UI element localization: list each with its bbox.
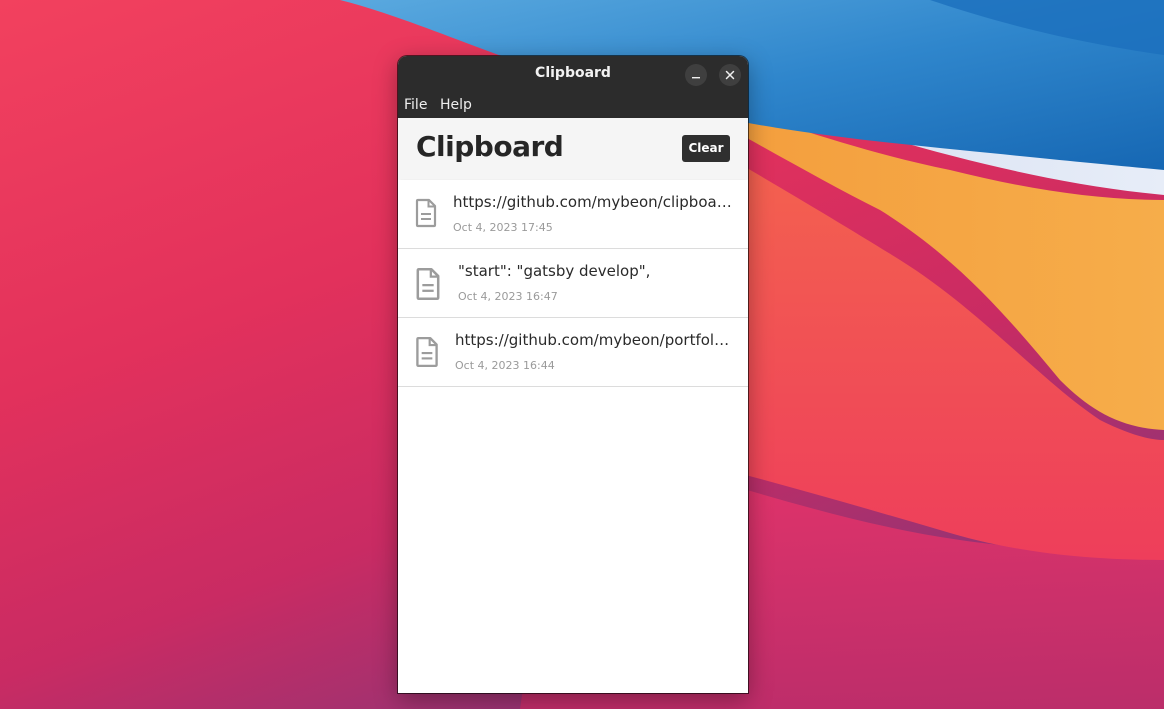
clip-timestamp: Oct 4, 2023 17:45 <box>453 221 553 234</box>
clip-text: https://github.com/mybeon/clipboard-app <box>453 193 733 211</box>
clipboard-list: https://github.com/mybeon/clipboard-app … <box>398 180 748 387</box>
minimize-button[interactable] <box>685 64 707 86</box>
close-icon <box>725 70 735 80</box>
menu-file[interactable]: File <box>404 97 427 113</box>
list-item[interactable]: https://github.com/mybeon/clipboard-app … <box>398 180 748 249</box>
document-icon <box>416 268 440 300</box>
app-header: Clipboard Clear <box>398 118 748 179</box>
list-item[interactable]: https://github.com/mybeon/portfolio-webs… <box>398 318 748 387</box>
clip-timestamp: Oct 4, 2023 16:44 <box>455 359 555 372</box>
titlebar[interactable]: Clipboard <box>398 56 748 94</box>
clip-text: https://github.com/mybeon/portfolio-webs… <box>455 331 733 349</box>
document-icon <box>415 198 437 228</box>
clip-text: "start": "gatsby develop", <box>458 262 651 280</box>
menubar: File Help <box>398 93 748 118</box>
menu-help[interactable]: Help <box>440 97 472 113</box>
minimize-icon <box>692 77 700 79</box>
clip-timestamp: Oct 4, 2023 16:47 <box>458 290 558 303</box>
desktop-wallpaper: Clipboard File Help Clipboard Clear http… <box>0 0 1164 709</box>
document-icon <box>416 336 438 368</box>
list-item[interactable]: "start": "gatsby develop", Oct 4, 2023 1… <box>398 249 748 318</box>
page-title: Clipboard <box>416 130 564 163</box>
clipboard-window: Clipboard File Help Clipboard Clear http… <box>398 56 748 693</box>
clear-button[interactable]: Clear <box>682 135 730 162</box>
close-button[interactable] <box>719 64 741 86</box>
